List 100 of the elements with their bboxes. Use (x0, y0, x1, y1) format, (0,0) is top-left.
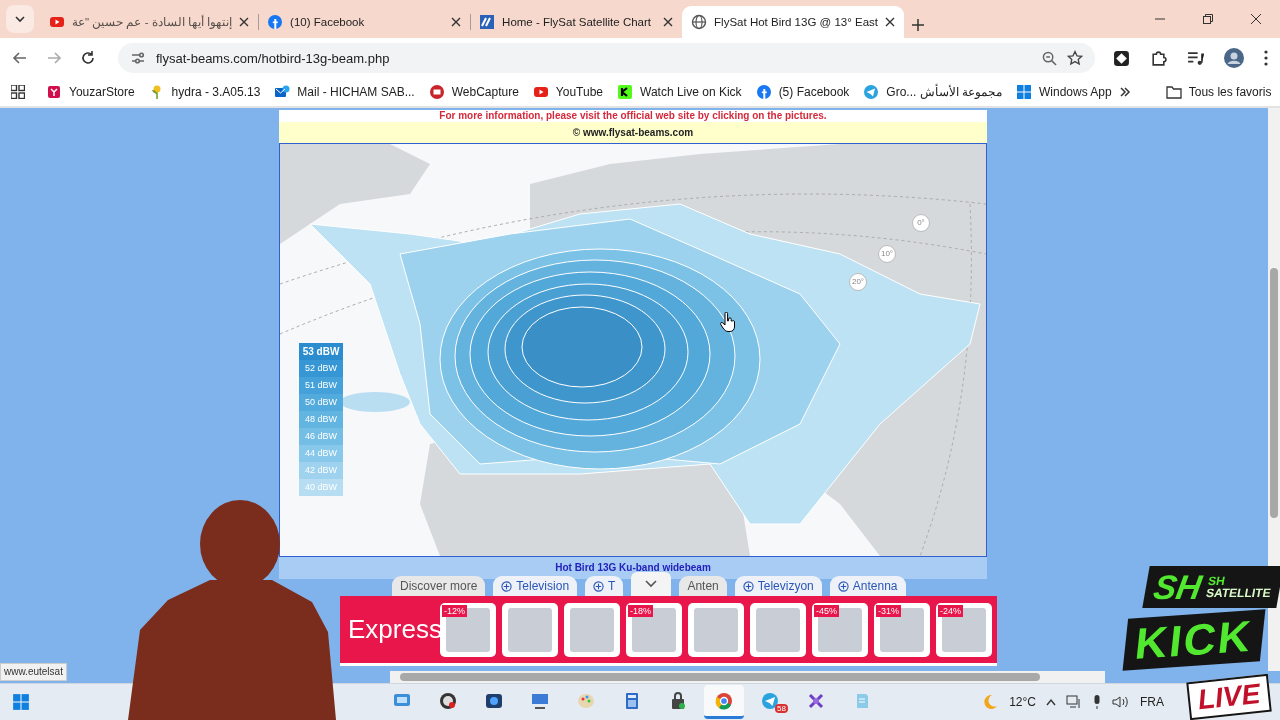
network-icon[interactable] (1066, 695, 1082, 709)
stripes-logo-icon (479, 14, 496, 30)
map-caption: Hot Bird 13G Ku-band widebeam (279, 557, 987, 579)
chevron-up-icon[interactable] (1046, 698, 1056, 706)
bookmark-link[interactable]: YouTube (525, 81, 610, 103)
browser-tab[interactable]: FlySat Hot Bird 13G @ 13° East (682, 6, 904, 38)
tab-list-button[interactable] (6, 5, 34, 33)
chevron-double-right-icon[interactable] (1118, 86, 1131, 98)
chevron-down-icon (645, 580, 658, 588)
brand-text: Express (348, 614, 440, 645)
site-settings-icon[interactable] (130, 50, 146, 66)
browser-tab[interactable]: Home - FlySat Satellite Chart (470, 6, 683, 38)
product-photo-placeholder (880, 607, 924, 652)
horizontal-scrollbar[interactable] (390, 671, 1105, 683)
bookmark-link[interactable]: WebCapture (421, 81, 526, 103)
discount-badge: -24% (938, 604, 963, 617)
product-tile[interactable] (750, 602, 806, 657)
search-chip[interactable]: Discover more (392, 576, 486, 596)
bookmark-link[interactable]: Windows App (1009, 81, 1119, 103)
search-chip[interactable]: Televizyon (734, 576, 822, 596)
all-bookmarks-folder[interactable]: Tous les favoris (1158, 82, 1279, 102)
discount-badge: -18% (628, 604, 653, 617)
product-tile[interactable] (564, 602, 620, 657)
avatar-icon[interactable] (1224, 48, 1244, 68)
product-tile[interactable] (688, 602, 744, 657)
product-photo-placeholder (632, 607, 676, 652)
chevron-down-icon (15, 14, 25, 24)
product-tile[interactable]: -24% (936, 602, 992, 657)
bookmark-link[interactable]: (5) Facebook (748, 81, 857, 103)
speaker-icon[interactable] (1112, 695, 1130, 709)
close-icon[interactable] (451, 17, 462, 27)
square-logo-icon (46, 84, 62, 100)
taskbar-button[interactable]: 58 (750, 685, 790, 719)
logo-sub-mark-text: SH (1207, 575, 1228, 587)
plus-circle-icon (742, 580, 754, 592)
mail-icon (274, 84, 291, 100)
product-photo-placeholder (694, 607, 738, 652)
language-indicator[interactable]: FRA (1140, 695, 1164, 709)
ad-banner[interactable]: Express -12% -18% -45% -31% -24% (340, 596, 997, 666)
bookmark-link[interactable]: Gro... مجموعة الأسأش (856, 81, 1009, 103)
legend-level: 44 dBW (299, 445, 343, 462)
paper-plane-icon (863, 84, 880, 100)
url-text: flysat-beams.com/hotbird-13g-beam.php (156, 50, 391, 66)
microphone-icon[interactable] (1092, 694, 1102, 710)
record-icon (438, 690, 458, 711)
bookmark-link[interactable]: hydra - 3.A05.13 (141, 81, 268, 103)
close-icon[interactable] (663, 17, 674, 27)
legend-level: 40 dBW (299, 479, 343, 496)
capture-icon (428, 84, 445, 100)
bookmark-link[interactable]: Mail - HICHAM SAB... (267, 81, 422, 103)
plus-circle-icon (593, 580, 605, 592)
notice-text: For more information, please visit the official web site by clicking on the pictures. (279, 110, 987, 122)
product-tile[interactable] (502, 602, 558, 657)
close-icon[interactable] (1251, 14, 1261, 24)
round-logo-icon (755, 84, 772, 100)
search-chip[interactable]: Television (493, 576, 578, 596)
collapse-button[interactable] (631, 572, 672, 596)
logo-mark-text: SH (1150, 568, 1205, 606)
address-bar[interactable]: flysat-beams.com/hotbird-13g-beam.php (118, 43, 1095, 73)
legend-level: 42 dBW (299, 462, 343, 479)
product-photo-placeholder (942, 607, 986, 652)
zoom-icon[interactable] (1042, 50, 1057, 66)
legend-level: 51 dBW (299, 377, 343, 394)
product-tile[interactable]: -18% (626, 602, 682, 657)
product-photo-placeholder (756, 607, 800, 652)
bookmark-link[interactable]: Watch Live on Kick (610, 81, 749, 103)
product-photo-placeholder (570, 607, 614, 652)
browser-tab[interactable]: (10) Facebook (258, 6, 471, 38)
search-chip[interactable]: Anten (679, 576, 727, 596)
media-list-icon[interactable] (1187, 49, 1204, 67)
globe-icon (691, 14, 708, 30)
star-icon[interactable] (1067, 50, 1083, 66)
weather-text: 12°C (1009, 695, 1036, 709)
discount-badge: -12% (442, 604, 467, 617)
windows-logo-icon[interactable] (12, 693, 30, 711)
product-tile[interactable]: -12% (440, 602, 496, 657)
plus-circle-icon (501, 580, 513, 592)
close-icon[interactable] (239, 17, 250, 27)
puzzle-icon[interactable] (1150, 49, 1167, 67)
plus-circle-icon (837, 580, 849, 592)
play-logo-icon (49, 14, 65, 30)
browser-icon (714, 690, 734, 711)
more-menu-icon[interactable] (1264, 50, 1268, 66)
search-chip[interactable]: Antenna (829, 576, 906, 596)
product-photo-placeholder (818, 607, 862, 652)
bookmark-link[interactable]: YouzarStore (39, 81, 142, 103)
product-photo-placeholder (508, 607, 552, 652)
product-tile[interactable]: -45% (812, 602, 868, 657)
close-icon[interactable] (885, 17, 895, 27)
product-photo-placeholder (446, 607, 490, 652)
product-tile[interactable]: -31% (874, 602, 930, 657)
new-tab-icon[interactable] (912, 19, 924, 31)
legend-level: 50 dBW (299, 394, 343, 411)
reload-icon[interactable] (80, 50, 96, 66)
browser-tab[interactable]: إنتهوا أيها السادة - عم حسين "عة (40, 6, 259, 38)
extension-box-icon[interactable] (1113, 49, 1130, 67)
search-chip[interactable]: T (585, 576, 624, 596)
back-arrow-icon[interactable] (12, 50, 28, 66)
apps-grid-icon[interactable] (11, 85, 25, 99)
restore-icon[interactable] (1203, 14, 1213, 24)
